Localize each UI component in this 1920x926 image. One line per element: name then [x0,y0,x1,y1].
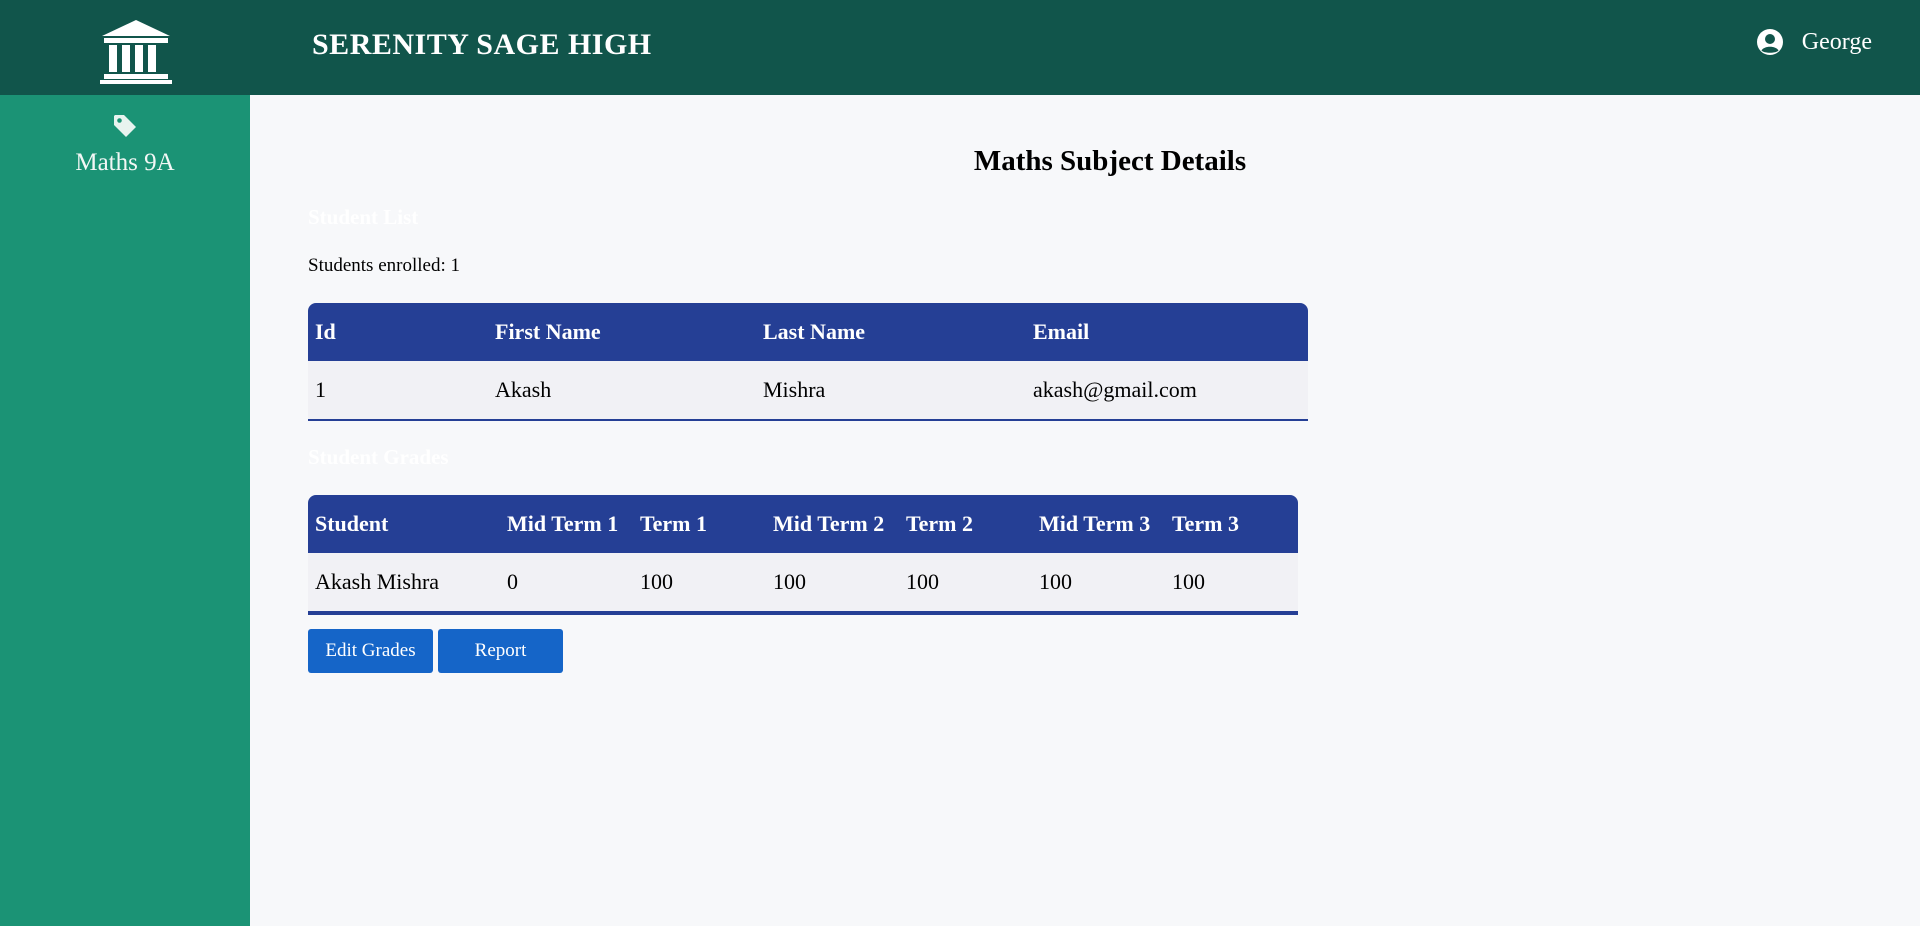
student-list-table: Id First Name Last Name Email 1 Akash Mi… [308,303,1308,421]
page-title: Maths Subject Details [973,145,1247,177]
table-row: 1 Akash Mishra akash@gmail.com [308,361,1308,419]
cell-last-name: Mishra [756,361,1026,419]
column-header-student: Student [308,495,500,553]
user-circle-icon[interactable] [1756,28,1784,56]
building-columns-icon[interactable] [100,18,172,84]
column-header-last-name: Last Name [756,303,1026,361]
user-name[interactable]: George [1802,29,1872,56]
school-name: SERENITY SAGE HIGH [312,28,652,61]
cell-mid-term-1: 0 [500,553,633,611]
cell-mid-term-3: 100 [1032,553,1165,611]
table-row: Akash Mishra 0 100 100 100 100 100 [308,553,1298,611]
cell-id: 1 [308,361,488,419]
column-header-term-2: Term 2 [899,495,1032,553]
column-header-mid-term-2: Mid Term 2 [766,495,899,553]
top-bar: SERENITY SAGE HIGH George [0,0,1920,95]
cell-mid-term-2: 100 [766,553,899,611]
user-menu[interactable]: George [1756,28,1872,56]
report-button[interactable]: Report [438,629,563,673]
edit-grades-button[interactable]: Edit Grades [308,629,433,673]
main-content: Maths Subject Details Student List Stude… [250,95,1920,926]
student-grades-heading: Student Grades [308,445,449,469]
student-grades-table: Student Mid Term 1 Term 1 Mid Term 2 Ter… [308,495,1298,615]
table-header-row: Student Mid Term 1 Term 1 Mid Term 2 Ter… [308,495,1298,553]
cell-term-1: 100 [633,553,766,611]
column-header-id: Id [308,303,488,361]
sidebar-item-maths-9a[interactable]: Maths 9A [0,113,250,177]
column-header-mid-term-1: Mid Term 1 [500,495,633,553]
column-header-term-3: Term 3 [1165,495,1298,553]
cell-student: Akash Mishra [308,553,500,611]
student-list-heading: Student List [308,205,419,229]
cell-term-3: 100 [1165,553,1298,611]
table-header-row: Id First Name Last Name Email [308,303,1308,361]
sidebar: Maths 9A [0,95,250,926]
column-header-first-name: First Name [488,303,756,361]
column-header-mid-term-3: Mid Term 3 [1032,495,1165,553]
students-enrolled-count: Students enrolled: 1 [308,255,460,276]
sidebar-item-label: Maths 9A [75,149,175,176]
tag-icon [114,115,136,137]
cell-first-name: Akash [488,361,756,419]
column-header-term-1: Term 1 [633,495,766,553]
cell-email: akash@gmail.com [1026,361,1308,419]
column-header-email: Email [1026,303,1308,361]
cell-term-2: 100 [899,553,1032,611]
